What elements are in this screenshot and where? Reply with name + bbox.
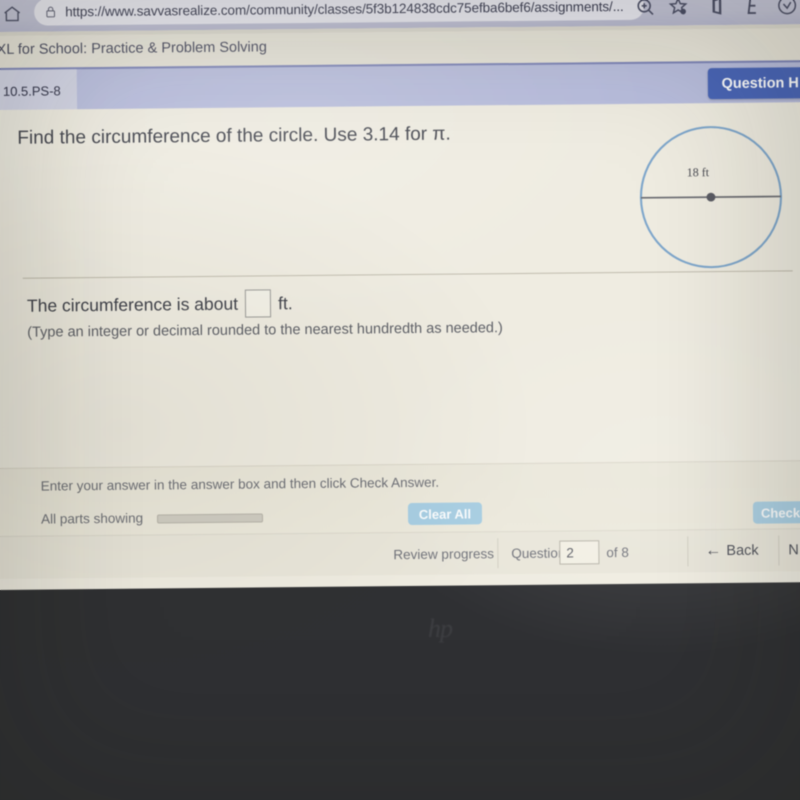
back-button[interactable]: ← Back <box>705 530 759 573</box>
bottom-navigation: Review progress Question 2 of 8 ← Back N <box>0 528 800 579</box>
favorites-star-icon[interactable] <box>667 0 689 18</box>
back-button-label: Back <box>726 542 759 559</box>
footer-instruction: Enter your answer in the answer box and … <box>40 474 440 494</box>
section-divider <box>22 270 793 279</box>
home-icon[interactable] <box>2 4 22 24</box>
question-total-label: of 8 <box>606 544 629 560</box>
answer-footer: Enter your answer in the answer box and … <box>0 460 800 537</box>
review-progress-button[interactable]: Review progress <box>393 532 494 575</box>
clear-all-button[interactable]: Clear All <box>407 502 483 526</box>
answer-format-hint: (Type an integer or decimal rounded to t… <box>27 320 503 341</box>
parts-showing-label: All parts showing <box>40 510 144 527</box>
circle-figure: 18 ft <box>633 118 789 274</box>
answer-unit-text: ft. <box>277 292 293 313</box>
laptop-screen: https://www.savvasrealize.com/community/… <box>0 0 800 590</box>
office-app-icon[interactable] <box>706 0 728 17</box>
arrow-left-icon: ← <box>705 542 722 560</box>
exercise-id-cell: 10.5.PS-8 <box>0 69 78 112</box>
figure-diameter-label: 18 ft <box>686 165 710 180</box>
page-title: thXL for School: Practice & Problem Solv… <box>0 39 267 59</box>
nav-divider <box>687 536 689 567</box>
answer-prefix-text: The circumference is about <box>26 293 239 316</box>
question-help-button[interactable]: Question H <box>707 67 800 100</box>
next-button[interactable]: N <box>788 529 799 571</box>
answer-statement: The circumference is about ft. <box>27 289 293 320</box>
question-number-label: Question <box>511 545 566 561</box>
answer-input[interactable] <box>244 289 272 318</box>
extension-e-icon[interactable] <box>742 0 764 17</box>
laptop-screen-photo: hp https://www.savvasrealize.com/communi… <box>0 0 800 800</box>
question-body: Find the circumference of the circle. Us… <box>0 102 800 516</box>
parts-progress-bar <box>156 513 264 524</box>
hp-logo: hp <box>428 614 453 643</box>
nav-divider <box>497 538 499 569</box>
check-answer-button[interactable]: Check A <box>752 500 800 524</box>
nav-divider <box>778 535 780 566</box>
profile-icon[interactable] <box>776 0 798 16</box>
lock-icon <box>44 4 57 19</box>
zoom-icon[interactable] <box>634 0 656 18</box>
question-number-input[interactable]: 2 <box>559 540 600 565</box>
url-text: https://www.savvasrealize.com/community/… <box>65 0 624 20</box>
address-bar[interactable]: https://www.savvasrealize.com/community/… <box>34 0 645 26</box>
exercise-id: 10.5.PS-8 <box>2 82 61 99</box>
question-prompt: Find the circumference of the circle. Us… <box>17 123 451 149</box>
